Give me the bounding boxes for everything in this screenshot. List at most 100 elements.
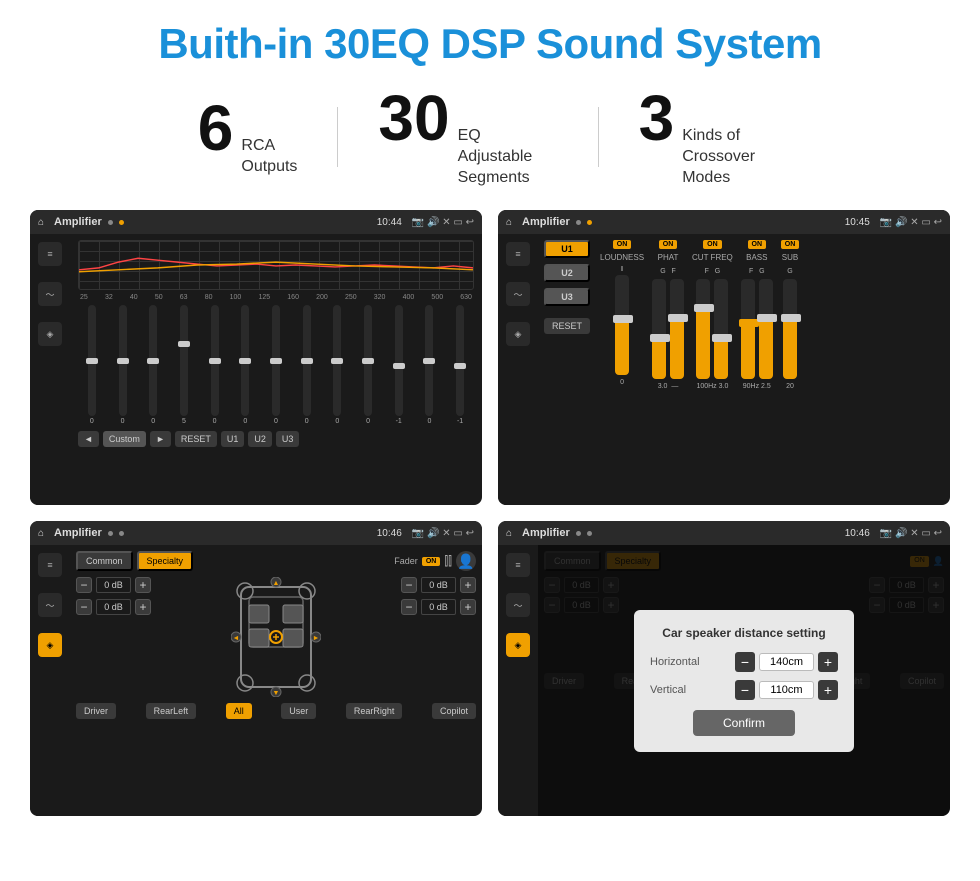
- reset-btn-crossover[interactable]: RESET: [544, 318, 590, 334]
- vertical-minus-btn[interactable]: −: [735, 680, 755, 700]
- cutfreq-thumb-f[interactable]: [694, 304, 714, 312]
- eq-slider-5[interactable]: 0: [241, 305, 249, 425]
- db-minus-1[interactable]: −: [76, 577, 92, 593]
- eq-track-5: [241, 305, 249, 416]
- eq-slider-0[interactable]: 0: [88, 305, 96, 425]
- wave-icon-4[interactable]: 〜: [506, 593, 530, 617]
- eq-thumb-7[interactable]: [301, 358, 313, 364]
- wave-icon-3[interactable]: 〜: [38, 593, 62, 617]
- vertical-input[interactable]: [759, 681, 814, 699]
- home-icon-2[interactable]: ⌂: [506, 217, 512, 228]
- eq-slider-2[interactable]: 0: [149, 305, 157, 425]
- db-plus-3[interactable]: +: [460, 577, 476, 593]
- wave-icon[interactable]: 〜: [38, 282, 62, 306]
- sub-thumb[interactable]: [781, 314, 801, 322]
- eq-thumb-8[interactable]: [331, 358, 343, 364]
- eq-thumb-3[interactable]: [178, 341, 190, 347]
- eq-thumb-1[interactable]: [117, 358, 129, 364]
- vertical-plus-btn[interactable]: +: [818, 680, 838, 700]
- loudness-slider[interactable]: [615, 275, 629, 375]
- driver-btn[interactable]: Driver: [76, 703, 116, 719]
- db-minus-2[interactable]: −: [76, 599, 92, 615]
- fader-common-tab[interactable]: Common: [76, 551, 133, 571]
- eq-slider-1[interactable]: 0: [119, 305, 127, 425]
- phat-slider-g[interactable]: [652, 279, 666, 379]
- confirm-button[interactable]: Confirm: [693, 710, 795, 736]
- fader-user-icon[interactable]: 👤: [456, 551, 476, 571]
- phat-thumb-f[interactable]: [668, 314, 688, 322]
- home-icon-3[interactable]: ⌂: [38, 528, 44, 539]
- db-minus-4[interactable]: −: [401, 599, 417, 615]
- eq-thumb-4[interactable]: [209, 358, 221, 364]
- eq-thumb-2[interactable]: [147, 358, 159, 364]
- eq-icon-2[interactable]: ≡: [506, 242, 530, 266]
- sub-val: 20: [786, 383, 794, 390]
- loudness-thumb[interactable]: [613, 315, 633, 323]
- eq-track-6: [272, 305, 280, 416]
- user-btn[interactable]: User: [281, 703, 316, 719]
- speaker-icon[interactable]: ◈: [38, 322, 62, 346]
- speaker-icon-4[interactable]: ◈: [506, 633, 530, 657]
- eq-icon-3[interactable]: ≡: [38, 553, 62, 577]
- wave-icon-2[interactable]: 〜: [506, 282, 530, 306]
- eq-reset-btn[interactable]: RESET: [175, 431, 217, 447]
- eq-slider-6[interactable]: 0: [272, 305, 280, 425]
- eq-slider-11[interactable]: 0: [425, 305, 433, 425]
- eq-slider-3[interactable]: 5: [180, 305, 188, 425]
- fader-specialty-tab[interactable]: Specialty: [137, 551, 194, 571]
- db-plus-2[interactable]: +: [135, 599, 151, 615]
- screen1-dot2: [119, 220, 124, 225]
- eq-prev-btn[interactable]: ◄: [78, 431, 99, 447]
- u1-tab[interactable]: U1: [544, 240, 590, 258]
- speaker-icon-3[interactable]: ◈: [38, 633, 62, 657]
- eq-thumb-10[interactable]: [393, 363, 405, 369]
- db-minus-3[interactable]: −: [401, 577, 417, 593]
- phat-fill-f: [670, 319, 684, 379]
- eq-next-btn[interactable]: ►: [150, 431, 171, 447]
- bass-slider-f[interactable]: [741, 279, 755, 379]
- eq-thumb-0[interactable]: [86, 358, 98, 364]
- sub-slider[interactable]: [783, 279, 797, 379]
- speaker-icon-2[interactable]: ◈: [506, 322, 530, 346]
- horizontal-input[interactable]: [759, 653, 814, 671]
- phat-slider-f[interactable]: [670, 279, 684, 379]
- cutfreq-slider-f[interactable]: [696, 279, 710, 379]
- eq-custom-btn[interactable]: Custom: [103, 431, 146, 447]
- eq-slider-8[interactable]: 0: [333, 305, 341, 425]
- u2-tab[interactable]: U2: [544, 264, 590, 282]
- eq-thumb-12[interactable]: [454, 363, 466, 369]
- db-plus-4[interactable]: +: [460, 599, 476, 615]
- phat-thumb-g[interactable]: [650, 334, 670, 342]
- home-icon-4[interactable]: ⌂: [506, 528, 512, 539]
- rearright-btn[interactable]: RearRight: [346, 703, 403, 719]
- bass-thumb-g[interactable]: [757, 314, 777, 322]
- eq-u3-btn[interactable]: U3: [276, 431, 300, 447]
- cutfreq-thumb-g[interactable]: [712, 334, 732, 342]
- eq-thumb-11[interactable]: [423, 358, 435, 364]
- bass-thumb-f[interactable]: [739, 319, 759, 327]
- eq-slider-4[interactable]: 0: [211, 305, 219, 425]
- eq-icon[interactable]: ≡: [38, 242, 62, 266]
- db-plus-1[interactable]: +: [135, 577, 151, 593]
- eq-u2-btn[interactable]: U2: [248, 431, 272, 447]
- phat-label: PHAT: [658, 253, 679, 262]
- copilot-btn[interactable]: Copilot: [432, 703, 476, 719]
- eq-thumb-5[interactable]: [239, 358, 251, 364]
- eq-thumb-9[interactable]: [362, 358, 374, 364]
- horizontal-minus-btn[interactable]: −: [735, 652, 755, 672]
- u3-tab[interactable]: U3: [544, 288, 590, 306]
- eq-icon-4[interactable]: ≡: [506, 553, 530, 577]
- db-control-4: − 0 dB +: [401, 599, 476, 615]
- eq-thumb-6[interactable]: [270, 358, 282, 364]
- eq-slider-9[interactable]: 0: [364, 305, 372, 425]
- cutfreq-slider-g[interactable]: [714, 279, 728, 379]
- eq-slider-12[interactable]: -1: [456, 305, 464, 425]
- all-btn[interactable]: All: [226, 703, 252, 719]
- eq-u1-btn[interactable]: U1: [221, 431, 245, 447]
- eq-slider-10[interactable]: -1: [395, 305, 403, 425]
- eq-slider-7[interactable]: 0: [303, 305, 311, 425]
- home-icon-1[interactable]: ⌂: [38, 217, 44, 228]
- bass-slider-g[interactable]: [759, 279, 773, 379]
- horizontal-plus-btn[interactable]: +: [818, 652, 838, 672]
- rearleft-btn[interactable]: RearLeft: [146, 703, 197, 719]
